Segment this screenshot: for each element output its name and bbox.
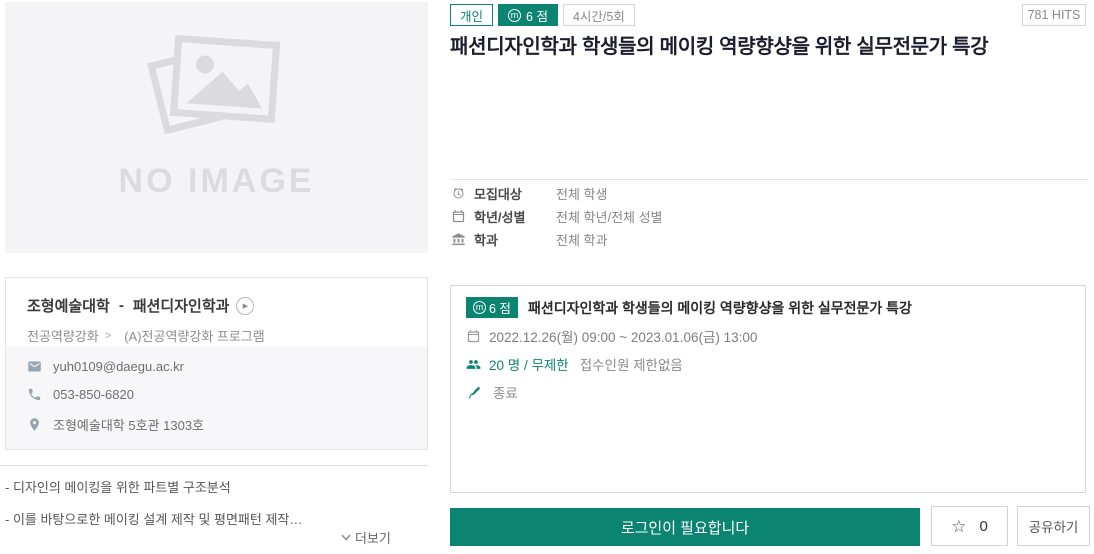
show-more-label: 더보기 — [355, 528, 391, 547]
badge-duration-label: 4시간/5회 — [573, 6, 625, 25]
favorite-button[interactable]: ☆ 0 — [931, 506, 1008, 546]
badge-personal-label: 개인 — [460, 6, 483, 25]
program-detail-page: NO IMAGE 개인 m 6 점 4시간/5회 781 HITS 패션디자인학… — [0, 0, 1094, 554]
department-title: 조형예술대학 - 패션디자인학과 ▶ — [27, 295, 406, 316]
info-row-grade-gender: 학년/성별 전체 학년/전체 성별 — [451, 209, 663, 224]
contact-phone-value: 053-850-6820 — [53, 387, 134, 402]
info-row-target: 모집대상 전체 학생 — [451, 186, 663, 201]
info-value: 전체 학과 — [556, 230, 607, 249]
schedule-points-label: 6 점 — [489, 298, 511, 317]
schedule-capacity-row: 20 명 / 무제한 접수인원 제한없음 — [466, 354, 1070, 374]
mileage-icon: m — [473, 301, 486, 314]
alarm-clock-icon — [451, 186, 467, 201]
calendar-icon — [466, 329, 482, 344]
schedule-capacity-note: 접수인원 제한없음 — [580, 354, 683, 374]
calendar-icon — [451, 209, 467, 224]
program-image-placeholder: NO IMAGE — [5, 2, 428, 253]
people-icon — [466, 357, 482, 372]
department-card: 조형예술대학 - 패션디자인학과 ▶ 전공역량강화 > (A)전공역량강화 프로… — [5, 277, 428, 450]
hits-badge: 781 HITS — [1022, 4, 1086, 26]
contact-email: yuh0109@daegu.ac.kr — [27, 359, 406, 374]
badge-personal: 개인 — [450, 4, 493, 26]
schedule-status: 종료 — [493, 382, 518, 402]
schedule-title: 패션디자인학과 학생들의 메이킹 역량향샹을 위한 실무전문가 특강 — [528, 298, 912, 318]
contact-address: 조형예술대학 5호관 1303호 — [27, 415, 406, 434]
breadcrumb-category: 전공역량강화 — [27, 326, 99, 345]
badge-duration: 4시간/5회 — [563, 4, 635, 26]
login-required-button[interactable]: 로그인이 필요합니다 — [450, 508, 920, 546]
no-image-text: NO IMAGE — [119, 162, 315, 201]
mail-icon — [27, 359, 42, 374]
badge-points-label: 6 점 — [526, 6, 548, 25]
university-building-icon — [451, 232, 467, 247]
schedule-capacity: 20 명 / 무제한 — [489, 354, 569, 374]
breadcrumb-separator: > — [105, 330, 111, 342]
department-name: 패션디자인학과 — [133, 295, 230, 316]
title-separator: - — [119, 297, 124, 314]
header-badges: 개인 m 6 점 4시간/5회 — [450, 4, 635, 26]
pen-icon — [466, 385, 482, 400]
contact-phone: 053-850-6820 — [27, 387, 406, 402]
info-label: 학과 — [474, 230, 556, 249]
location-pin-icon — [27, 417, 42, 432]
share-button[interactable]: 공유하기 — [1017, 506, 1090, 546]
play-icon[interactable]: ▶ — [236, 297, 254, 315]
page-title: 패션디자인학과 학생들의 메이킹 역량향샹을 위한 실무전문가 특강 — [450, 30, 1094, 59]
schedule-date: 2022.12.26(월) 09:00 ~ 2023.01.06(금) 13:0… — [489, 326, 757, 346]
chevron-down-icon — [341, 534, 351, 541]
login-required-label: 로그인이 필요합니다 — [621, 517, 749, 538]
show-more-link[interactable]: 더보기 — [341, 528, 391, 547]
mileage-icon: m — [508, 9, 521, 22]
share-label: 공유하기 — [1029, 516, 1079, 536]
breadcrumb: 전공역량강화 > (A)전공역량강화 프로그램 — [27, 326, 406, 345]
star-icon: ☆ — [951, 518, 966, 535]
divider — [450, 179, 1088, 180]
divider — [0, 465, 428, 466]
no-image-icon — [142, 30, 292, 140]
schedule-status-row: 종료 — [466, 382, 1070, 402]
favorite-count: 0 — [979, 518, 987, 535]
info-value: 전체 학생 — [556, 184, 607, 203]
description-line: - 디자인의 메이킹을 위한 파트별 구조분석 — [5, 477, 231, 496]
hits-label: 781 HITS — [1028, 8, 1081, 22]
info-row-department: 학과 전체 학과 — [451, 232, 663, 247]
schedule-points-badge: m 6 점 — [466, 297, 518, 318]
contact-box: yuh0109@daegu.ac.kr 053-850-6820 조형예술대학 … — [6, 346, 427, 449]
target-info-rows: 모집대상 전체 학생 학년/성별 전체 학년/전체 성별 학과 전체 학과 — [451, 186, 663, 247]
info-value: 전체 학년/전체 성별 — [556, 207, 663, 226]
breadcrumb-program: (A)전공역량강화 프로그램 — [124, 326, 265, 345]
contact-email-value: yuh0109@daegu.ac.kr — [53, 359, 184, 374]
info-label: 모집대상 — [474, 184, 556, 203]
phone-icon — [27, 387, 42, 402]
schedule-card: m 6 점 패션디자인학과 학생들의 메이킹 역량향샹을 위한 실무전문가 특강… — [450, 285, 1086, 493]
description-line: - 이를 바탕으로한 메이킹 설계 제작 및 평면패턴 제작… — [5, 509, 302, 528]
schedule-date-row: 2022.12.26(월) 09:00 ~ 2023.01.06(금) 13:0… — [466, 326, 1070, 346]
info-label: 학년/성별 — [474, 207, 556, 226]
badge-points: m 6 점 — [498, 4, 558, 26]
contact-address-value: 조형예술대학 5호관 1303호 — [53, 415, 204, 434]
college-name: 조형예술대학 — [27, 295, 110, 316]
